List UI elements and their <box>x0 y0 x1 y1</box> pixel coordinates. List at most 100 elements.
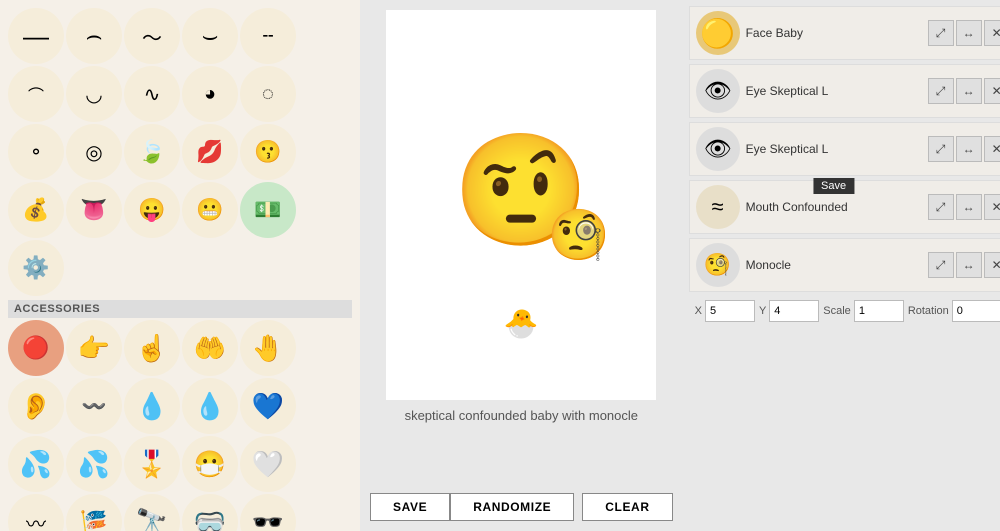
remove-button[interactable]: ✕ <box>984 78 1000 104</box>
flip-button[interactable]: ↔ <box>956 20 982 46</box>
list-item[interactable]: 😗 <box>240 124 296 180</box>
left-panel: — ⌢ 〜 ⌣ ╌ ⌒ ◡ ∿ ◕ ◌ ⚬ ◎ 🍃 💋 😗 💰 👅 😛 😬 💵 … <box>0 0 360 531</box>
canvas-caption: skeptical confounded baby with monocle <box>405 408 638 423</box>
arrow-icon: ↔ <box>963 258 975 272</box>
list-item[interactable]: 💦 <box>66 436 122 492</box>
list-item[interactable]: 🎖️ <box>124 436 180 492</box>
list-item[interactable]: ⌢ <box>66 8 122 64</box>
list-item[interactable]: 👂 <box>8 378 64 434</box>
clear-button[interactable]: CLEAR <box>582 493 672 521</box>
list-item[interactable]: ∿ <box>124 66 180 122</box>
center-panel: 🤨 🧐 🐣 skeptical confounded baby with mon… <box>360 0 683 531</box>
flip-button[interactable]: ↔ <box>956 136 982 162</box>
list-item[interactable]: 💵 <box>240 182 296 238</box>
layer-row: 🟡 Face Baby ⤢ ↔ ✕ <box>689 6 1000 60</box>
layer-thumb: 🟡 <box>696 11 740 55</box>
list-item[interactable]: ◕ <box>182 66 238 122</box>
list-item[interactable]: 🍃 <box>124 124 180 180</box>
move-button[interactable]: ⤢ <box>928 194 954 220</box>
layer-controls: ⤢ ↔ ✕ <box>928 20 1000 46</box>
rotation-field: Rotation <box>908 300 1000 322</box>
layer-thumb: 👁 <box>696 127 740 171</box>
list-item[interactable]: 〰 <box>8 494 64 531</box>
list-item[interactable]: ╌ <box>240 8 296 64</box>
canvas-main-emoji: 🤨 🧐 <box>453 126 590 255</box>
rotation-input[interactable] <box>952 300 1000 322</box>
list-item[interactable]: 💧 <box>182 378 238 434</box>
list-item[interactable]: 〰️ <box>66 378 122 434</box>
remove-button[interactable]: ✕ <box>984 20 1000 46</box>
accessories-grid: 🔴 👉 ☝️ 🤲 🤚 👂 〰️ 💧 💧 💙 💦 💦 🎖️ 😷 🤍 〰 🎏 🔭 🥽… <box>8 320 352 531</box>
layer-thumb: ≈ <box>696 185 740 229</box>
layer-name-wrap: Eye Skeptical L <box>746 84 922 98</box>
layer-name-wrap: Face Baby <box>746 26 922 40</box>
list-item[interactable]: 💙 <box>240 378 296 434</box>
list-item[interactable]: ⌣ <box>182 8 238 64</box>
list-item[interactable]: 💧 <box>124 378 180 434</box>
list-item[interactable]: ◎ <box>66 124 122 180</box>
move-button[interactable]: ⤢ <box>928 20 954 46</box>
x-input[interactable] <box>705 300 755 322</box>
list-item[interactable]: 🥽 <box>182 494 238 531</box>
list-item[interactable]: 💋 <box>182 124 238 180</box>
list-item[interactable]: ⚬ <box>8 124 64 180</box>
list-item[interactable]: 💰 <box>8 182 64 238</box>
move-button[interactable]: ⤢ <box>928 252 954 278</box>
randomize-button[interactable]: RANDOMIZE <box>450 493 574 521</box>
list-item[interactable]: 🕶️ <box>240 494 296 531</box>
y-input[interactable] <box>769 300 819 322</box>
list-item[interactable]: 🤲 <box>182 320 238 376</box>
list-item[interactable]: ◌ <box>240 66 296 122</box>
flip-button[interactable]: ↔ <box>956 78 982 104</box>
remove-button[interactable]: ✕ <box>984 194 1000 220</box>
list-item[interactable]: 😛 <box>124 182 180 238</box>
move-icon: ⤢ <box>936 142 946 157</box>
list-item[interactable]: 👉 <box>66 320 122 376</box>
accessories-label: ACCESSORIES <box>8 300 352 318</box>
list-item[interactable]: 😬 <box>182 182 238 238</box>
x-label: X <box>695 305 702 317</box>
canvas-small-emoji: 🐣 <box>504 307 539 340</box>
list-item[interactable]: ◡ <box>66 66 122 122</box>
list-item[interactable]: 🔭 <box>124 494 180 531</box>
scale-input[interactable] <box>854 300 904 322</box>
list-item[interactable]: 🔴 <box>8 320 64 376</box>
move-icon: ⤢ <box>936 200 946 215</box>
y-label: Y <box>759 305 766 317</box>
transform-row: X Y Scale Rotation <box>689 296 1000 326</box>
move-icon: ⤢ <box>936 26 946 41</box>
rotation-label: Rotation <box>908 305 949 317</box>
save-button[interactable]: SAVE <box>370 493 450 521</box>
layer-name: Face Baby <box>746 26 922 40</box>
scale-field: Scale <box>823 300 904 322</box>
move-button[interactable]: ⤢ <box>928 136 954 162</box>
remove-button[interactable]: ✕ <box>984 252 1000 278</box>
layer-controls: ⤢ ↔ ✕ <box>928 136 1000 162</box>
scale-label: Scale <box>823 305 851 317</box>
close-icon: ✕ <box>992 84 1000 98</box>
layer-thumb: 🧐 <box>696 243 740 287</box>
list-item[interactable]: ⌒ <box>8 66 64 122</box>
layer-name-wrap: Monocle <box>746 258 922 272</box>
list-item[interactable]: 😷 <box>182 436 238 492</box>
mouth-grid: — ⌢ 〜 ⌣ ╌ ⌒ ◡ ∿ ◕ ◌ ⚬ ◎ 🍃 💋 😗 💰 👅 😛 😬 💵 … <box>8 8 352 296</box>
move-button[interactable]: ⤢ <box>928 78 954 104</box>
right-panel: 🟡 Face Baby ⤢ ↔ ✕ 👁 Eye Skeptical L ⤢ ↔ … <box>683 0 1000 531</box>
list-item[interactable]: 🤍 <box>240 436 296 492</box>
layer-name-wrap: Eye Skeptical L <box>746 142 922 156</box>
list-item[interactable]: — <box>8 8 64 64</box>
list-item[interactable]: 👅 <box>66 182 122 238</box>
list-item[interactable]: ☝️ <box>124 320 180 376</box>
list-item[interactable]: 🎏 <box>66 494 122 531</box>
list-item[interactable]: ⚙️ <box>8 240 64 296</box>
list-item[interactable]: 💦 <box>8 436 64 492</box>
close-icon: ✕ <box>992 142 1000 156</box>
list-item[interactable]: 〜 <box>124 8 180 64</box>
layer-row: 👁 Eye Skeptical L ⤢ ↔ ✕ <box>689 64 1000 118</box>
arrow-icon: ↔ <box>963 84 975 98</box>
list-item[interactable]: 🤚 <box>240 320 296 376</box>
move-icon: ⤢ <box>936 84 946 99</box>
flip-button[interactable]: ↔ <box>956 194 982 220</box>
remove-button[interactable]: ✕ <box>984 136 1000 162</box>
flip-button[interactable]: ↔ <box>956 252 982 278</box>
